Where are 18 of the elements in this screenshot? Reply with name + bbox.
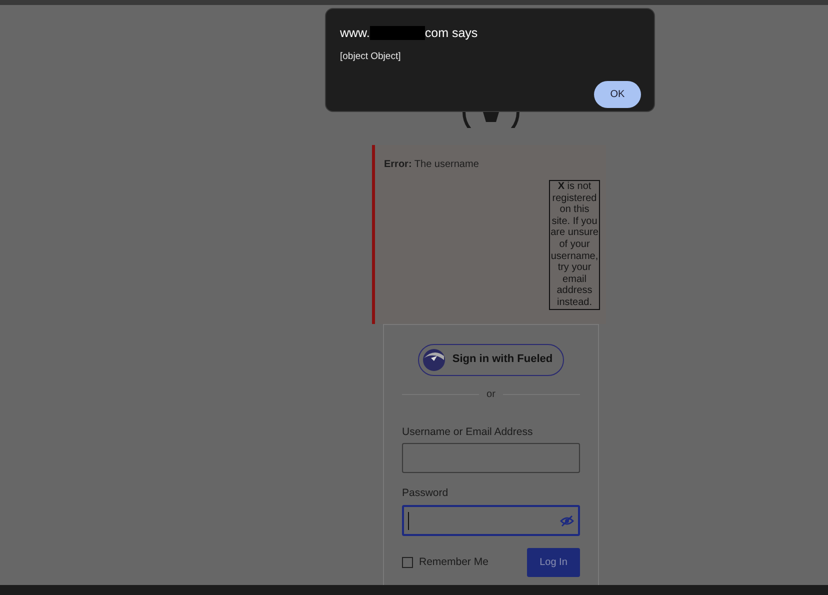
error-detail: X is not registered on this site. If you are unsure of your username, try your email address instead.: [549, 180, 600, 310]
dialog-message: [object Object]: [340, 50, 402, 64]
ok-button[interactable]: OK: [594, 81, 641, 108]
redaction-bar: [370, 26, 425, 40]
divider-label: or: [486, 388, 496, 402]
eye-slash-icon[interactable]: [560, 514, 574, 527]
password-label: Password: [402, 486, 450, 502]
sso-button[interactable]: Sign in with Fueled: [418, 344, 564, 376]
username-label: Username or Email Address: [402, 424, 534, 440]
username-field[interactable]: [402, 443, 580, 474]
error-message: Error: The username: [384, 158, 480, 172]
remember-checkbox[interactable]: [402, 557, 413, 568]
password-field[interactable]: [402, 505, 580, 536]
dialog-title: www.: [340, 25, 370, 42]
remember-label: Remember Me: [419, 554, 488, 570]
globe-logo-icon: [422, 348, 446, 372]
login-button[interactable]: Log In: [527, 548, 580, 578]
dialog-title: com says: [424, 25, 478, 42]
